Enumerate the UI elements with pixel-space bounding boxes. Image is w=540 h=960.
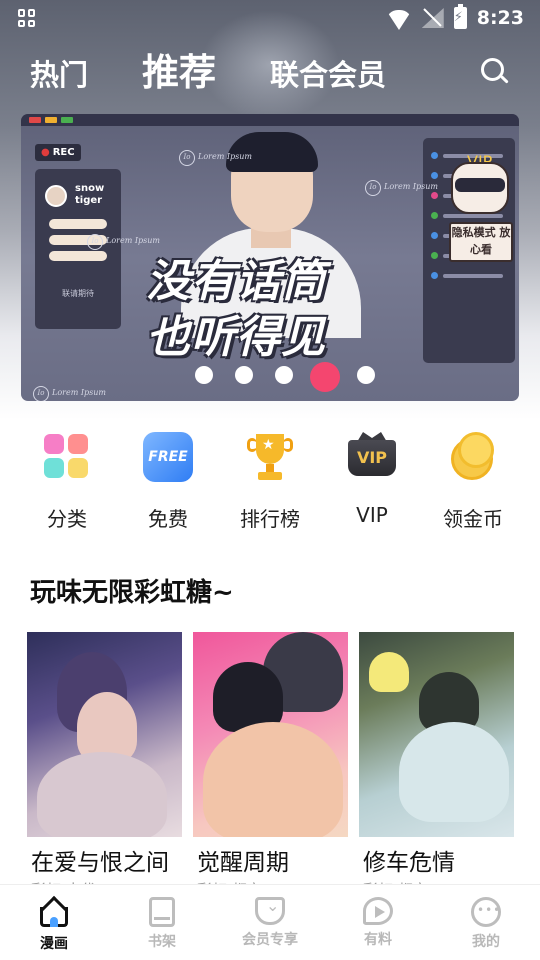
lorem-tag: Lorem Ipsum [87, 234, 160, 250]
window-bar [21, 114, 519, 126]
member-icon [255, 896, 285, 925]
comic-card[interactable]: 在爱与恨之间 彩虹 古代 [27, 632, 182, 900]
carousel-dot[interactable] [235, 366, 253, 384]
comic-title: 修车危情 [363, 850, 455, 876]
free-button[interactable]: FREE 免费 [123, 432, 213, 532]
carousel-dot[interactable] [195, 366, 213, 384]
category-shortcuts: 分类 FREE 免费 排行榜 VIP VIP 领金币 [0, 432, 540, 532]
bookshelf-icon [149, 897, 175, 927]
play-icon [363, 897, 393, 925]
category-button[interactable]: 分类 [22, 432, 112, 532]
banner-title: 没有话筒 也听得见 [146, 256, 326, 363]
comic-title: 在爱与恨之间 [31, 850, 169, 876]
trophy-icon [245, 432, 295, 482]
lorem-tag: Lorem Ipsum [179, 150, 252, 166]
nav-member[interactable]: 会员专享 [216, 885, 324, 960]
avatar [45, 185, 67, 207]
free-label: 免费 [148, 507, 188, 531]
nav-member-label: 会员专享 [242, 932, 298, 948]
nav-bookshelf[interactable]: 书架 [108, 885, 216, 960]
search-icon[interactable] [481, 58, 509, 86]
top-tabs: 热门 推荐 联合会员 [0, 40, 540, 100]
rec-badge: REC [35, 144, 81, 161]
wifi-icon [385, 10, 412, 30]
get-coins-button[interactable]: 领金币 [428, 432, 518, 532]
category-label: 分类 [47, 507, 87, 531]
vip-label: VIP [356, 503, 388, 527]
comic-title: 觉醒周期 [197, 850, 289, 876]
get-coins-label: 领金币 [443, 507, 503, 531]
vip-button[interactable]: VIP VIP [327, 432, 417, 527]
profile-icon [471, 897, 501, 927]
ranking-label: 排行榜 [240, 507, 300, 531]
status-time: 8:23 [476, 7, 524, 29]
carousel-dots [21, 362, 519, 392]
vip-icon: VIP [347, 432, 397, 482]
category-icon [42, 432, 92, 482]
nav-feed-label: 有料 [364, 932, 392, 948]
panel-user-name: snow tiger [75, 183, 105, 206]
tab-joint-membership[interactable]: 联合会员 [270, 52, 386, 94]
comic-cover[interactable] [193, 632, 348, 837]
vip-icon-text: VIP [348, 440, 396, 476]
status-bar: 8:23 [0, 0, 540, 36]
nav-comics[interactable]: 漫画 [0, 885, 108, 960]
ranking-button[interactable]: 排行榜 [225, 432, 315, 532]
nav-profile[interactable]: 我的 [432, 885, 540, 960]
no-signal-icon [422, 8, 444, 28]
tab-hot[interactable]: 热门 [30, 52, 88, 94]
nav-profile-label: 我的 [472, 934, 500, 950]
nav-feed[interactable]: 有料 [324, 885, 432, 960]
free-icon: FREE [143, 432, 193, 482]
privacy-mode-sticker: VIP 隐私模式 放心看 [441, 152, 519, 272]
lorem-tag: Lorem Ipsum [365, 180, 438, 196]
coin-icon [448, 432, 498, 482]
comic-cover[interactable] [359, 632, 514, 837]
banner-carousel[interactable]: REC snow tiger 联请期待 Lorem Ipsum Lorem Ip… [21, 114, 519, 401]
carousel-dot[interactable] [275, 366, 293, 384]
home-icon [38, 895, 70, 929]
tab-recommend[interactable]: 推荐 [142, 42, 216, 96]
comic-card[interactable]: 修车危情 彩虹 都市 [359, 632, 514, 900]
nav-comics-label: 漫画 [40, 936, 68, 952]
bottom-nav: 漫画 书架 会员专享 有料 我的 [0, 884, 540, 960]
carousel-dot-active[interactable] [310, 362, 340, 392]
carousel-dot[interactable] [357, 366, 375, 384]
comic-card[interactable]: 觉醒周期 彩虹 都市 [193, 632, 348, 900]
nav-bookshelf-label: 书架 [148, 934, 176, 950]
panel-connect-label: 联请期待 [62, 289, 94, 298]
sticker-text: 隐私模式 放心看 [449, 222, 513, 262]
comic-cover[interactable] [27, 632, 182, 837]
battery-charging-icon [453, 4, 467, 29]
app-grid-icon [18, 9, 36, 27]
section-title: 玩味无限彩虹糖~ [30, 578, 234, 608]
